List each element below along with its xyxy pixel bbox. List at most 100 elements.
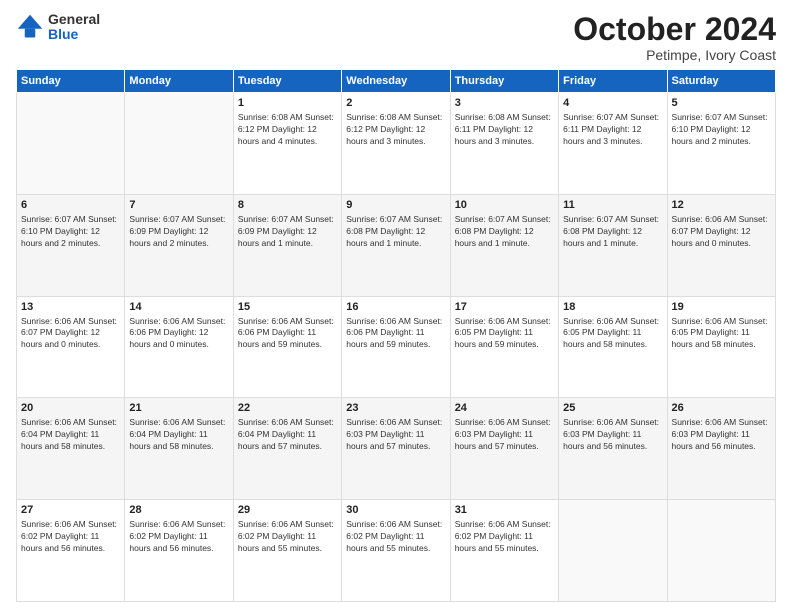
page: General Blue October 2024 Petimpe, Ivory… xyxy=(0,0,792,612)
week-row-1: 1 Sunrise: 6:08 AM Sunset: 6:12 PM Daylig… xyxy=(17,93,776,195)
table-cell: 1Sunrise: 6:08 AM Sunset: 6:12 PM Daylig… xyxy=(233,93,341,195)
day-info: Sunrise: 6:06 AM Sunset: 6:06 PM Dayligh… xyxy=(129,316,228,352)
table-cell: 27Sunrise: 6:06 AM Sunset: 6:02 PM Dayli… xyxy=(17,500,125,602)
table-cell: 17Sunrise: 6:06 AM Sunset: 6:05 PM Dayli… xyxy=(450,296,558,398)
location-subtitle: Petimpe, Ivory Coast xyxy=(573,47,776,63)
day-info: Sunrise: 6:06 AM Sunset: 6:03 PM Dayligh… xyxy=(672,417,771,453)
header-thursday: Thursday xyxy=(450,70,558,93)
day-info: Sunrise: 6:06 AM Sunset: 6:04 PM Dayligh… xyxy=(21,417,120,453)
day-info: Sunrise: 6:06 AM Sunset: 6:02 PM Dayligh… xyxy=(346,519,445,555)
day-info: Sunrise: 6:06 AM Sunset: 6:06 PM Dayligh… xyxy=(346,316,445,352)
table-cell: 2Sunrise: 6:08 AM Sunset: 6:12 PM Daylig… xyxy=(342,93,450,195)
week-row-3: 13Sunrise: 6:06 AM Sunset: 6:07 PM Dayli… xyxy=(17,296,776,398)
header-sunday: Sunday xyxy=(17,70,125,93)
day-number: 10 xyxy=(455,198,554,213)
day-info: Sunrise: 6:06 AM Sunset: 6:06 PM Dayligh… xyxy=(238,316,337,352)
day-number: 5 xyxy=(672,96,771,111)
logo-icon xyxy=(16,13,44,41)
logo-general-text: General xyxy=(48,12,100,27)
table-cell: 30Sunrise: 6:06 AM Sunset: 6:02 PM Dayli… xyxy=(342,500,450,602)
day-number: 23 xyxy=(346,401,445,416)
day-number: 12 xyxy=(672,198,771,213)
table-cell: 24Sunrise: 6:06 AM Sunset: 6:03 PM Dayli… xyxy=(450,398,558,500)
day-info: Sunrise: 6:06 AM Sunset: 6:04 PM Dayligh… xyxy=(238,417,337,453)
day-info: Sunrise: 6:06 AM Sunset: 6:04 PM Dayligh… xyxy=(129,417,228,453)
table-cell: 14Sunrise: 6:06 AM Sunset: 6:06 PM Dayli… xyxy=(125,296,233,398)
table-cell: 13Sunrise: 6:06 AM Sunset: 6:07 PM Dayli… xyxy=(17,296,125,398)
table-cell xyxy=(559,500,667,602)
day-number: 21 xyxy=(129,401,228,416)
day-number: 30 xyxy=(346,503,445,518)
day-number: 18 xyxy=(563,300,662,315)
day-info: Sunrise: 6:06 AM Sunset: 6:02 PM Dayligh… xyxy=(129,519,228,555)
day-info: Sunrise: 6:08 AM Sunset: 6:11 PM Dayligh… xyxy=(455,112,554,148)
day-number: 22 xyxy=(238,401,337,416)
table-cell: 26Sunrise: 6:06 AM Sunset: 6:03 PM Dayli… xyxy=(667,398,775,500)
table-cell: 11Sunrise: 6:07 AM Sunset: 6:08 PM Dayli… xyxy=(559,194,667,296)
table-cell: 19Sunrise: 6:06 AM Sunset: 6:05 PM Dayli… xyxy=(667,296,775,398)
table-cell: 15Sunrise: 6:06 AM Sunset: 6:06 PM Dayli… xyxy=(233,296,341,398)
day-info: Sunrise: 6:06 AM Sunset: 6:03 PM Dayligh… xyxy=(563,417,662,453)
day-number: 14 xyxy=(129,300,228,315)
weekday-header-row: Sunday Monday Tuesday Wednesday Thursday… xyxy=(17,70,776,93)
table-cell: 5Sunrise: 6:07 AM Sunset: 6:10 PM Daylig… xyxy=(667,93,775,195)
day-number: 13 xyxy=(21,300,120,315)
week-row-5: 27Sunrise: 6:06 AM Sunset: 6:02 PM Dayli… xyxy=(17,500,776,602)
table-cell: 10Sunrise: 6:07 AM Sunset: 6:08 PM Dayli… xyxy=(450,194,558,296)
day-info: Sunrise: 6:06 AM Sunset: 6:05 PM Dayligh… xyxy=(563,316,662,352)
table-cell: 29Sunrise: 6:06 AM Sunset: 6:02 PM Dayli… xyxy=(233,500,341,602)
table-cell: 4Sunrise: 6:07 AM Sunset: 6:11 PM Daylig… xyxy=(559,93,667,195)
day-number: 6 xyxy=(21,198,120,213)
logo: General Blue xyxy=(16,12,100,43)
day-number: 4 xyxy=(563,96,662,111)
table-cell: 20Sunrise: 6:06 AM Sunset: 6:04 PM Dayli… xyxy=(17,398,125,500)
day-info: Sunrise: 6:07 AM Sunset: 6:09 PM Dayligh… xyxy=(238,214,337,250)
table-cell: 21Sunrise: 6:06 AM Sunset: 6:04 PM Dayli… xyxy=(125,398,233,500)
week-row-2: 6Sunrise: 6:07 AM Sunset: 6:10 PM Daylig… xyxy=(17,194,776,296)
header: General Blue October 2024 Petimpe, Ivory… xyxy=(16,12,776,63)
table-cell: 18Sunrise: 6:06 AM Sunset: 6:05 PM Dayli… xyxy=(559,296,667,398)
day-number: 11 xyxy=(563,198,662,213)
day-info: Sunrise: 6:07 AM Sunset: 6:10 PM Dayligh… xyxy=(672,112,771,148)
day-info: Sunrise: 6:06 AM Sunset: 6:07 PM Dayligh… xyxy=(21,316,120,352)
week-row-4: 20Sunrise: 6:06 AM Sunset: 6:04 PM Dayli… xyxy=(17,398,776,500)
month-title: October 2024 xyxy=(573,12,776,47)
day-info: Sunrise: 6:07 AM Sunset: 6:08 PM Dayligh… xyxy=(455,214,554,250)
day-info: Sunrise: 6:06 AM Sunset: 6:03 PM Dayligh… xyxy=(455,417,554,453)
day-number: 28 xyxy=(129,503,228,518)
table-cell xyxy=(125,93,233,195)
table-cell: 25Sunrise: 6:06 AM Sunset: 6:03 PM Dayli… xyxy=(559,398,667,500)
header-wednesday: Wednesday xyxy=(342,70,450,93)
day-number: 29 xyxy=(238,503,337,518)
logo-blue-text: Blue xyxy=(48,27,100,42)
day-number: 20 xyxy=(21,401,120,416)
day-number: 7 xyxy=(129,198,228,213)
day-number: 19 xyxy=(672,300,771,315)
calendar-table: Sunday Monday Tuesday Wednesday Thursday… xyxy=(16,69,776,602)
table-cell: 16Sunrise: 6:06 AM Sunset: 6:06 PM Dayli… xyxy=(342,296,450,398)
day-number: 27 xyxy=(21,503,120,518)
day-number: 25 xyxy=(563,401,662,416)
table-cell: 7Sunrise: 6:07 AM Sunset: 6:09 PM Daylig… xyxy=(125,194,233,296)
day-number: 9 xyxy=(346,198,445,213)
day-info: Sunrise: 6:06 AM Sunset: 6:02 PM Dayligh… xyxy=(455,519,554,555)
day-number: 17 xyxy=(455,300,554,315)
day-number: 1 xyxy=(238,96,337,111)
day-info: Sunrise: 6:06 AM Sunset: 6:02 PM Dayligh… xyxy=(21,519,120,555)
day-info: Sunrise: 6:07 AM Sunset: 6:08 PM Dayligh… xyxy=(346,214,445,250)
table-cell: 28Sunrise: 6:06 AM Sunset: 6:02 PM Dayli… xyxy=(125,500,233,602)
day-number: 2 xyxy=(346,96,445,111)
table-cell: 31Sunrise: 6:06 AM Sunset: 6:02 PM Dayli… xyxy=(450,500,558,602)
day-info: Sunrise: 6:08 AM Sunset: 6:12 PM Dayligh… xyxy=(346,112,445,148)
day-number: 15 xyxy=(238,300,337,315)
day-info: Sunrise: 6:07 AM Sunset: 6:08 PM Dayligh… xyxy=(563,214,662,250)
day-info: Sunrise: 6:06 AM Sunset: 6:07 PM Dayligh… xyxy=(672,214,771,250)
header-tuesday: Tuesday xyxy=(233,70,341,93)
day-info: Sunrise: 6:06 AM Sunset: 6:02 PM Dayligh… xyxy=(238,519,337,555)
day-number: 24 xyxy=(455,401,554,416)
header-friday: Friday xyxy=(559,70,667,93)
day-number: 3 xyxy=(455,96,554,111)
day-number: 31 xyxy=(455,503,554,518)
table-cell: 3Sunrise: 6:08 AM Sunset: 6:11 PM Daylig… xyxy=(450,93,558,195)
table-cell xyxy=(17,93,125,195)
